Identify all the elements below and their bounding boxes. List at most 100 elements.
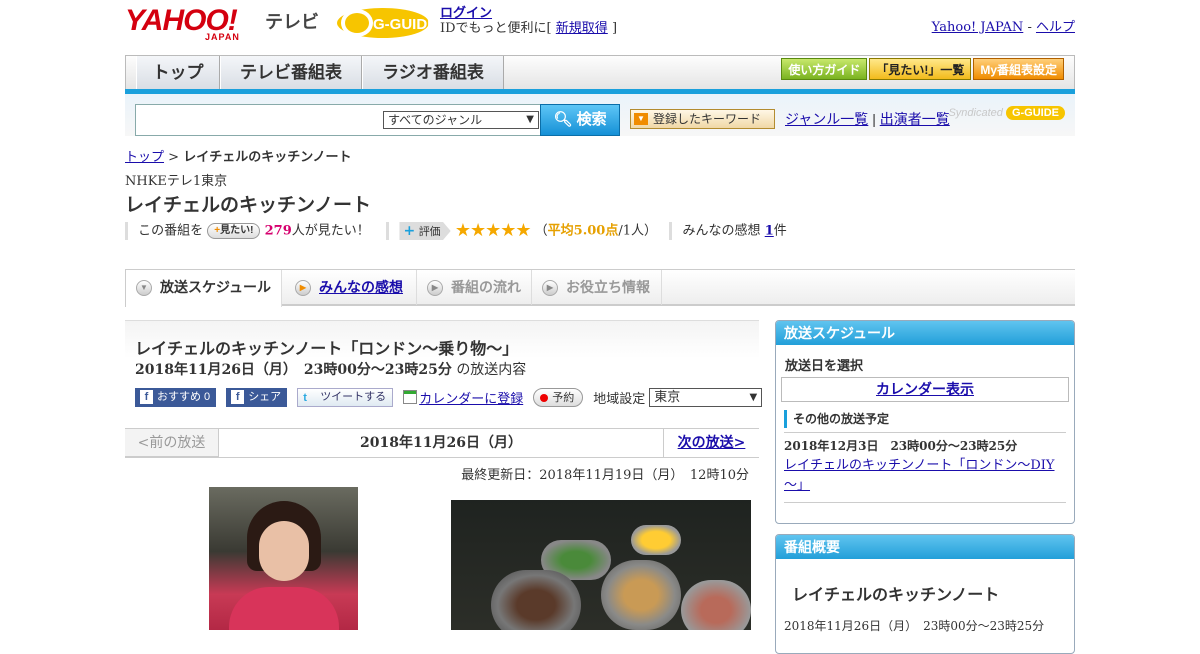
chevron-down-icon: ▼ bbox=[136, 280, 152, 296]
top-links: Yahoo! JAPAN - ヘルプ bbox=[932, 16, 1075, 35]
registered-keyword-button[interactable]: ▼ 登録したキーワード bbox=[630, 109, 775, 129]
reviews-count-link[interactable]: 1 bbox=[765, 224, 774, 239]
rating-button[interactable]: + 評価 bbox=[399, 222, 451, 240]
search-icon: 🔍︎ bbox=[553, 111, 573, 128]
reserve-button[interactable]: 予約 bbox=[533, 387, 584, 407]
genre-list-link[interactable]: ジャンル一覧 bbox=[785, 111, 868, 127]
tweet-button[interactable]: ツイートする bbox=[297, 387, 394, 407]
episode-title: レイチェルのキッチンノート「ロンドン～乗り物～」 bbox=[135, 341, 519, 358]
login-box: ログイン IDでもっと便利に[ 新規取得 ] bbox=[440, 6, 617, 36]
yahoo-japan-logo[interactable]: YAHOO! JAPAN bbox=[125, 6, 240, 43]
calendar-register-link[interactable]: カレンダーに登録 bbox=[419, 388, 523, 407]
genre-select[interactable]: すべてのジャンル ▼ bbox=[383, 111, 539, 129]
nav-tab-tv[interactable]: テレビ番組表 bbox=[220, 56, 362, 90]
region-label: 地域設定 bbox=[593, 391, 646, 407]
login-note-prefix: IDでもっと便利に[ bbox=[440, 21, 552, 36]
nav-tab-radio[interactable]: ラジオ番組表 bbox=[362, 56, 504, 90]
yahoo-japan-link[interactable]: Yahoo! JAPAN bbox=[932, 20, 1024, 35]
facebook-recommend-button[interactable]: おすすめ 0 bbox=[135, 387, 217, 407]
syndicated-logo: G-GUIDE bbox=[1005, 106, 1065, 120]
program-stats: この番組を +見たい! 279人が見たい！ + 評価 ★★★★★ （平均5.00… bbox=[125, 220, 787, 242]
rating-label: 評価 bbox=[418, 225, 441, 238]
want-list-button[interactable]: 「見たい!」一覧 bbox=[869, 58, 972, 80]
share-row: おすすめ 0 シェア ツイートする カレンダーに登録 予約 地域設定 東京 ▼ bbox=[135, 387, 763, 407]
genre-select-value: すべてのジャンル bbox=[388, 113, 483, 127]
episode-datetime: 2018年11月26日（月） 23時00分～23時25分 の放送内容 bbox=[135, 359, 526, 379]
schedule-box-title: 放送スケジュール bbox=[776, 321, 1074, 345]
login-link[interactable]: ログイン bbox=[440, 6, 492, 21]
want-suffix: 人が見たい！ bbox=[291, 223, 370, 239]
divider bbox=[784, 502, 1066, 503]
genre-links: ジャンル一覧 | 出演者一覧 bbox=[785, 109, 950, 129]
nav-tab-top[interactable]: トップ bbox=[136, 56, 220, 90]
select-date-label: 放送日を選択 bbox=[785, 359, 864, 374]
breadcrumb-home[interactable]: トップ bbox=[125, 150, 164, 165]
summary-box-title: 番組概要 bbox=[776, 535, 1074, 559]
play-circle-icon: ▶ bbox=[542, 280, 558, 296]
breadcrumb: トップ > レイチェルのキッチンノート bbox=[125, 146, 352, 165]
tab-info-label: お役立ち情報 bbox=[566, 279, 650, 295]
signup-link[interactable]: 新規取得 bbox=[556, 21, 608, 36]
next-broadcast-link[interactable]: 次の放送> bbox=[678, 435, 746, 451]
usage-guide-button[interactable]: 使い方ガイド bbox=[781, 58, 868, 80]
episode-date: 2018年11月26日（月） 23時00分～23時25分 bbox=[135, 362, 452, 378]
rating-average: 平均5.00点 bbox=[547, 223, 619, 239]
want-button-label: 見たい! bbox=[220, 225, 254, 236]
performer-list-link[interactable]: 出演者一覧 bbox=[880, 111, 950, 127]
tab-flow-label: 番組の流れ bbox=[451, 279, 521, 295]
page-title: レイチェルのキッチンノート bbox=[125, 195, 372, 216]
help-link[interactable]: ヘルプ bbox=[1036, 20, 1075, 35]
tab-schedule[interactable]: ▼ 放送スケジュール bbox=[125, 270, 282, 307]
want-count: 279 bbox=[264, 223, 292, 239]
food-photo bbox=[451, 500, 751, 630]
reviews-suffix: 件 bbox=[773, 223, 787, 239]
registered-keyword-label: 登録したキーワード bbox=[653, 112, 762, 126]
episode-header: レイチェルのキッチンノート「ロンドン～乗り物～」 2018年11月26日（月） … bbox=[125, 320, 763, 415]
tv-label: テレビ bbox=[265, 12, 319, 32]
other-schedule-link[interactable]: レイチェルのキッチンノート「ロンドン～DIY～」 bbox=[784, 458, 1055, 493]
facebook-share-button[interactable]: シェア bbox=[226, 387, 288, 407]
tab-reviews[interactable]: ▶ みんなの感想 bbox=[285, 270, 417, 305]
divider bbox=[784, 432, 1066, 433]
tab-info: ▶ お役立ち情報 bbox=[532, 270, 662, 305]
summary-program-date: 2018年11月26日（月） 23時00分～23時25分 bbox=[784, 619, 1045, 633]
gguide-logo-text: G-GUIDE bbox=[373, 16, 431, 33]
yahoo-logo-japan: JAPAN bbox=[205, 32, 240, 42]
tab-flow: ▶ 番組の流れ bbox=[417, 270, 532, 305]
other-schedule-date: 2018年12月3日 23時00分～23時25分 bbox=[784, 439, 1018, 453]
program-tabs: ▼ 放送スケジュール ▶ みんなの感想 ▶ 番組の流れ ▶ お役立ち情報 bbox=[125, 269, 1075, 307]
want-prefix: この番組を bbox=[138, 223, 204, 239]
want-button[interactable]: +見たい! bbox=[207, 223, 261, 239]
search-button[interactable]: 🔍︎ 検索 bbox=[540, 104, 620, 136]
chevron-down-icon: ▼ bbox=[749, 391, 758, 403]
summary-box: 番組概要 レイチェルのキッチンノート 2018年11月26日（月） 23時00分… bbox=[775, 534, 1075, 654]
calendar-icon bbox=[403, 390, 418, 404]
divider bbox=[386, 222, 390, 240]
guide-buttons: 使い方ガイド 「見たい!」一覧 My番組表設定 bbox=[781, 58, 1064, 80]
broadcast-pager: <前の放送 2018年11月26日（月） 次の放送> bbox=[125, 428, 759, 458]
search-bar: すべてのジャンル ▼ 🔍︎ 検索 ▼ 登録したキーワード ジャンル一覧 | 出演… bbox=[125, 94, 1075, 136]
chevron-down-icon: ▼ bbox=[526, 114, 534, 125]
host-photo bbox=[209, 487, 358, 630]
chevron-down-icon: ▼ bbox=[634, 113, 648, 125]
gguide-logo[interactable]: G-GUIDE bbox=[335, 5, 431, 41]
play-circle-icon: ▶ bbox=[295, 280, 311, 296]
top-links-sep: - bbox=[1027, 20, 1032, 35]
tab-schedule-label: 放送スケジュール bbox=[160, 279, 272, 295]
genre-links-divider: | bbox=[872, 111, 876, 127]
play-circle-icon: ▶ bbox=[427, 280, 443, 296]
rating-open: （ bbox=[534, 223, 548, 239]
plus-icon: + bbox=[403, 223, 416, 239]
channel-name: NHKEテレ1東京 bbox=[125, 174, 228, 189]
syndicated-label: Syndicated bbox=[948, 107, 1003, 119]
syndicated-gguide: Syndicated G-GUIDE bbox=[948, 106, 1065, 120]
my-schedule-settings-button[interactable]: My番組表設定 bbox=[973, 58, 1064, 80]
search-button-label: 検索 bbox=[576, 111, 607, 128]
login-note-suffix: ] bbox=[611, 21, 618, 36]
episode-date-suffix: の放送内容 bbox=[456, 362, 527, 378]
schedule-box: 放送スケジュール 放送日を選択 カレンダー表示 その他の放送予定 2018年12… bbox=[775, 320, 1075, 524]
region-value: 東京 bbox=[654, 389, 681, 405]
region-select[interactable]: 東京 ▼ bbox=[649, 387, 763, 407]
breadcrumb-current: レイチェルのキッチンノート bbox=[183, 150, 352, 165]
calendar-view-link[interactable]: カレンダー表示 bbox=[876, 381, 974, 397]
